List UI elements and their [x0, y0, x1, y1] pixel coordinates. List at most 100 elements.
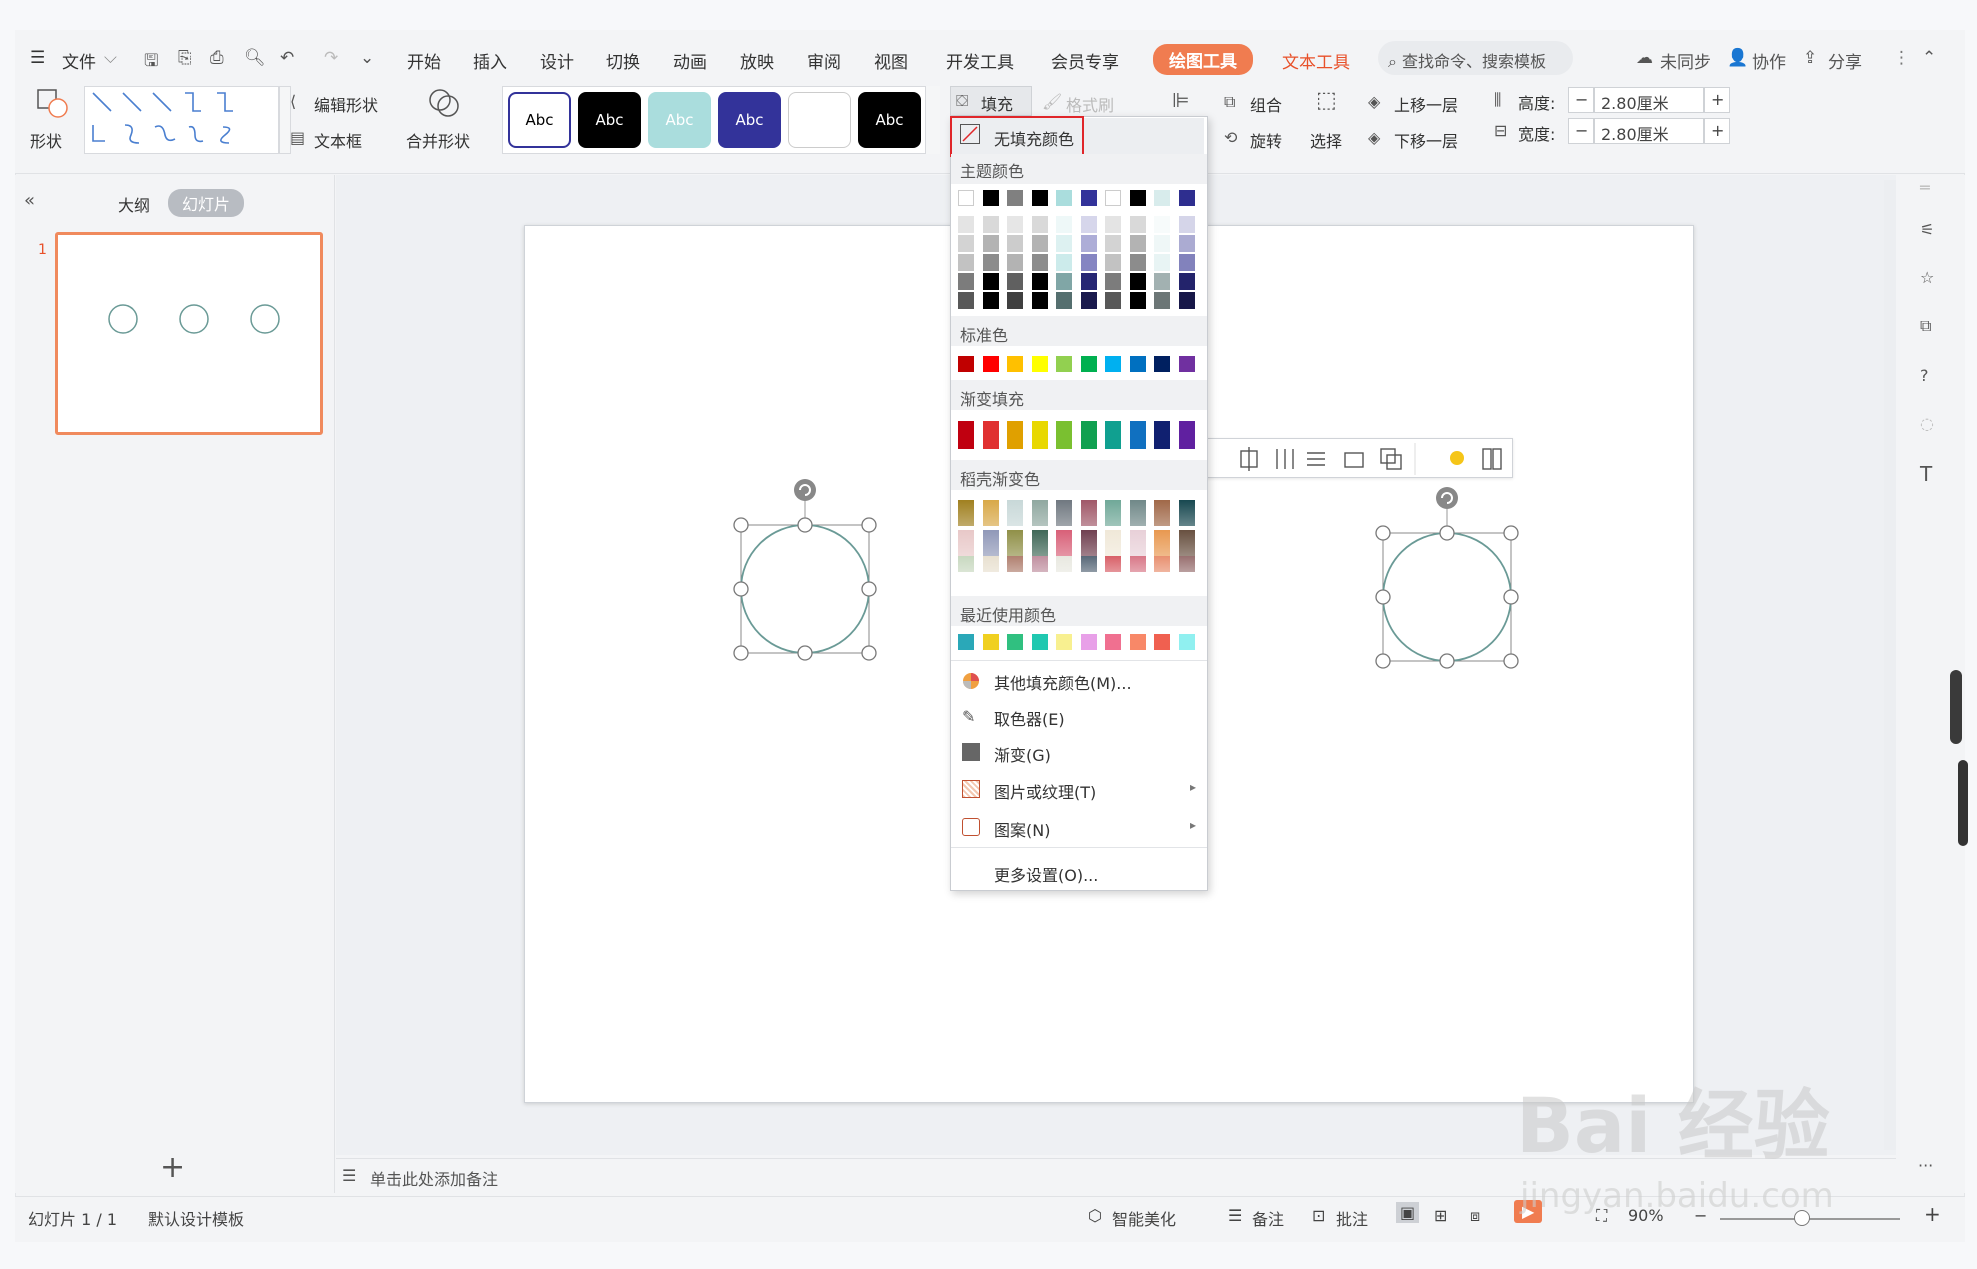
- standard-color-swatch[interactable]: [1105, 356, 1121, 372]
- gradient-swatch[interactable]: [1007, 421, 1023, 449]
- star-icon[interactable]: ☆: [1920, 268, 1934, 287]
- style-preset-1[interactable]: Abc: [508, 92, 571, 148]
- template-name[interactable]: 默认设计模板: [148, 1206, 244, 1230]
- gradient-swatch[interactable]: [1056, 421, 1072, 449]
- theme-shade-swatch[interactable]: [1080, 273, 1097, 290]
- gradient-swatch[interactable]: [1105, 421, 1121, 449]
- height-decrease[interactable]: −: [1568, 87, 1594, 113]
- theme-shade-swatch[interactable]: [958, 292, 974, 309]
- edit-shape-button[interactable]: 编辑形状: [314, 92, 378, 116]
- recent-color-swatch[interactable]: [1129, 634, 1146, 650]
- picture-texture-option[interactable]: 图片或纹理(T): [994, 779, 1096, 803]
- gradient-swatch[interactable]: [1080, 421, 1097, 449]
- theme-shade-swatch[interactable]: [1154, 273, 1170, 290]
- docer-gradient-swatch[interactable]: [1007, 500, 1023, 526]
- comments-toggle[interactable]: 批注: [1336, 1206, 1368, 1230]
- share-button[interactable]: 分享: [1828, 48, 1862, 73]
- style-preset-5[interactable]: [788, 92, 851, 148]
- height-input[interactable]: 2.80厘米: [1594, 87, 1704, 113]
- theme-color-swatch[interactable]: [1105, 190, 1121, 206]
- tab-view[interactable]: 视图: [874, 48, 908, 73]
- recent-color-swatch[interactable]: [1007, 634, 1023, 650]
- docer-gradient-swatch[interactable]: [1080, 500, 1097, 526]
- shape-button[interactable]: 形状: [30, 128, 62, 152]
- theme-shade-swatch[interactable]: [1129, 235, 1146, 252]
- file-menu[interactable]: 文件: [62, 48, 96, 73]
- theme-shade-swatch[interactable]: [1105, 254, 1121, 271]
- docer-gradient-swatch[interactable]: [1031, 556, 1048, 572]
- theme-shade-swatch[interactable]: [1129, 254, 1146, 271]
- eyedropper-option[interactable]: 取色器(E): [994, 706, 1065, 730]
- send-backward-button[interactable]: 下移一层: [1394, 128, 1458, 152]
- tab-slides[interactable]: 幻灯片: [168, 189, 245, 217]
- chevron-down-icon[interactable]: ⌵: [104, 48, 117, 68]
- recent-color-swatch[interactable]: [958, 634, 974, 650]
- width-decrease[interactable]: −: [1568, 118, 1594, 144]
- gradient-swatch[interactable]: [1129, 421, 1146, 449]
- theme-shade-swatch[interactable]: [1080, 254, 1097, 271]
- standard-color-swatch[interactable]: [1178, 356, 1195, 372]
- add-slide-icon[interactable]: +: [160, 1150, 185, 1185]
- standard-color-swatch[interactable]: [958, 356, 974, 372]
- gradient-swatch[interactable]: [1031, 421, 1048, 449]
- theme-shade-swatch[interactable]: [1154, 235, 1170, 252]
- gradient-swatch[interactable]: [1178, 421, 1195, 449]
- more-options-icon[interactable]: ···: [1918, 1156, 1933, 1175]
- recent-color-row[interactable]: [958, 634, 1202, 654]
- theme-shade-swatch[interactable]: [958, 235, 974, 252]
- docer-gradient-swatch[interactable]: [958, 530, 974, 556]
- theme-color-swatch[interactable]: [1129, 190, 1146, 206]
- theme-shade-swatch[interactable]: [982, 254, 999, 271]
- theme-color-swatch[interactable]: [1154, 190, 1170, 206]
- text-icon[interactable]: T: [1920, 462, 1932, 486]
- theme-shade-swatch[interactable]: [1031, 235, 1048, 252]
- theme-shade-swatch[interactable]: [1007, 273, 1023, 290]
- zoom-slider[interactable]: [1720, 1218, 1900, 1220]
- tab-slideshow[interactable]: 放映: [740, 48, 774, 73]
- tab-insert[interactable]: 插入: [473, 48, 507, 73]
- recent-color-swatch[interactable]: [1178, 634, 1195, 650]
- style-preset-3[interactable]: Abc: [648, 92, 711, 148]
- style-gallery-scroll[interactable]: [925, 86, 940, 154]
- recent-color-swatch[interactable]: [982, 634, 999, 650]
- tab-animation[interactable]: 动画: [673, 48, 707, 73]
- rotate-button[interactable]: 旋转: [1250, 128, 1282, 152]
- normal-view-icon[interactable]: ▣: [1396, 1202, 1420, 1223]
- theme-shade-swatch[interactable]: [1056, 216, 1072, 233]
- standard-color-swatch[interactable]: [1007, 356, 1023, 372]
- tab-outline[interactable]: 大纲: [118, 192, 150, 216]
- command-search[interactable]: ⌕ 查找命令、搜索模板: [1378, 41, 1573, 75]
- theme-shade-swatch[interactable]: [982, 292, 999, 309]
- standard-color-swatch[interactable]: [1031, 356, 1048, 372]
- docer-gradient-swatch[interactable]: [1105, 530, 1121, 556]
- docer-gradient-swatch[interactable]: [1056, 530, 1072, 556]
- theme-shade-swatch[interactable]: [1007, 216, 1023, 233]
- more-icon[interactable]: ⋮: [1893, 48, 1910, 68]
- docer-gradient-swatch[interactable]: [1105, 556, 1121, 572]
- tab-review[interactable]: 审阅: [807, 48, 841, 73]
- docer-gradient-swatch[interactable]: [1031, 500, 1048, 526]
- merge-shape-button[interactable]: 合并形状: [406, 128, 470, 152]
- theme-shade-swatch[interactable]: [1178, 216, 1195, 233]
- theme-shade-swatch[interactable]: [1056, 254, 1072, 271]
- theme-shade-swatch[interactable]: [958, 273, 974, 290]
- theme-color-swatch[interactable]: [1178, 190, 1195, 206]
- gradient-swatch[interactable]: [958, 421, 974, 449]
- docer-gradient-swatch[interactable]: [1129, 556, 1146, 572]
- vertical-scrollbar[interactable]: [1884, 180, 1896, 1150]
- standard-color-swatch[interactable]: [1129, 356, 1146, 372]
- theme-shade-swatch[interactable]: [1031, 254, 1048, 271]
- theme-shade-swatch[interactable]: [1080, 216, 1097, 233]
- recent-color-swatch[interactable]: [1031, 634, 1048, 650]
- side-slider-2-icon[interactable]: [1958, 760, 1968, 846]
- reading-view-icon[interactable]: ⧈: [1470, 1206, 1480, 1226]
- docer-gradient-swatch[interactable]: [1007, 556, 1023, 572]
- docer-gradient-swatch[interactable]: [982, 556, 999, 572]
- theme-color-swatch[interactable]: [1031, 190, 1048, 206]
- help-icon[interactable]: ?: [1920, 366, 1929, 385]
- theme-shade-swatch[interactable]: [1178, 235, 1195, 252]
- docer-gradient-swatch[interactable]: [1154, 530, 1170, 556]
- style-preset-4[interactable]: Abc: [718, 92, 781, 148]
- style-preset-2[interactable]: Abc: [578, 92, 641, 148]
- height-increase[interactable]: +: [1704, 87, 1730, 113]
